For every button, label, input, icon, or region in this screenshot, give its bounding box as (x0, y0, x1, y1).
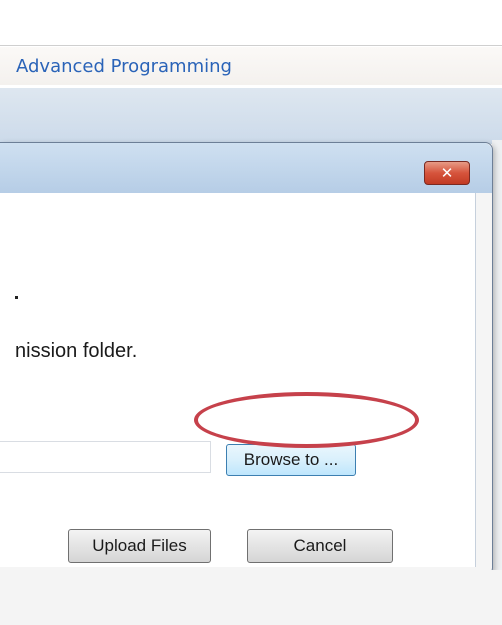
page-divider (0, 45, 502, 46)
page-background-edge (492, 140, 502, 570)
close-button[interactable]: ✕ (424, 161, 470, 185)
dialog-titlebar: ✕ (0, 143, 492, 193)
instruction-text: nission folder. (15, 340, 138, 362)
page-footer-area (0, 570, 502, 625)
highlight-ellipse (194, 392, 419, 448)
upload-files-button[interactable]: Upload Files (68, 529, 211, 563)
file-path-field[interactable] (0, 441, 211, 473)
cancel-button[interactable]: Cancel (247, 529, 393, 563)
browse-button[interactable]: Browse to ... (226, 444, 356, 476)
page-toolbar (0, 88, 502, 144)
close-icon: ✕ (440, 164, 454, 182)
breadcrumb: Advanced Programming (0, 47, 502, 85)
upload-dialog: ✕ nission folder. Browse to ... Upload F… (0, 142, 493, 574)
breadcrumb-link[interactable]: Advanced Programming (16, 56, 232, 77)
text-fragment (15, 296, 18, 299)
dialog-content: nission folder. Browse to ... Upload Fil… (0, 193, 476, 567)
